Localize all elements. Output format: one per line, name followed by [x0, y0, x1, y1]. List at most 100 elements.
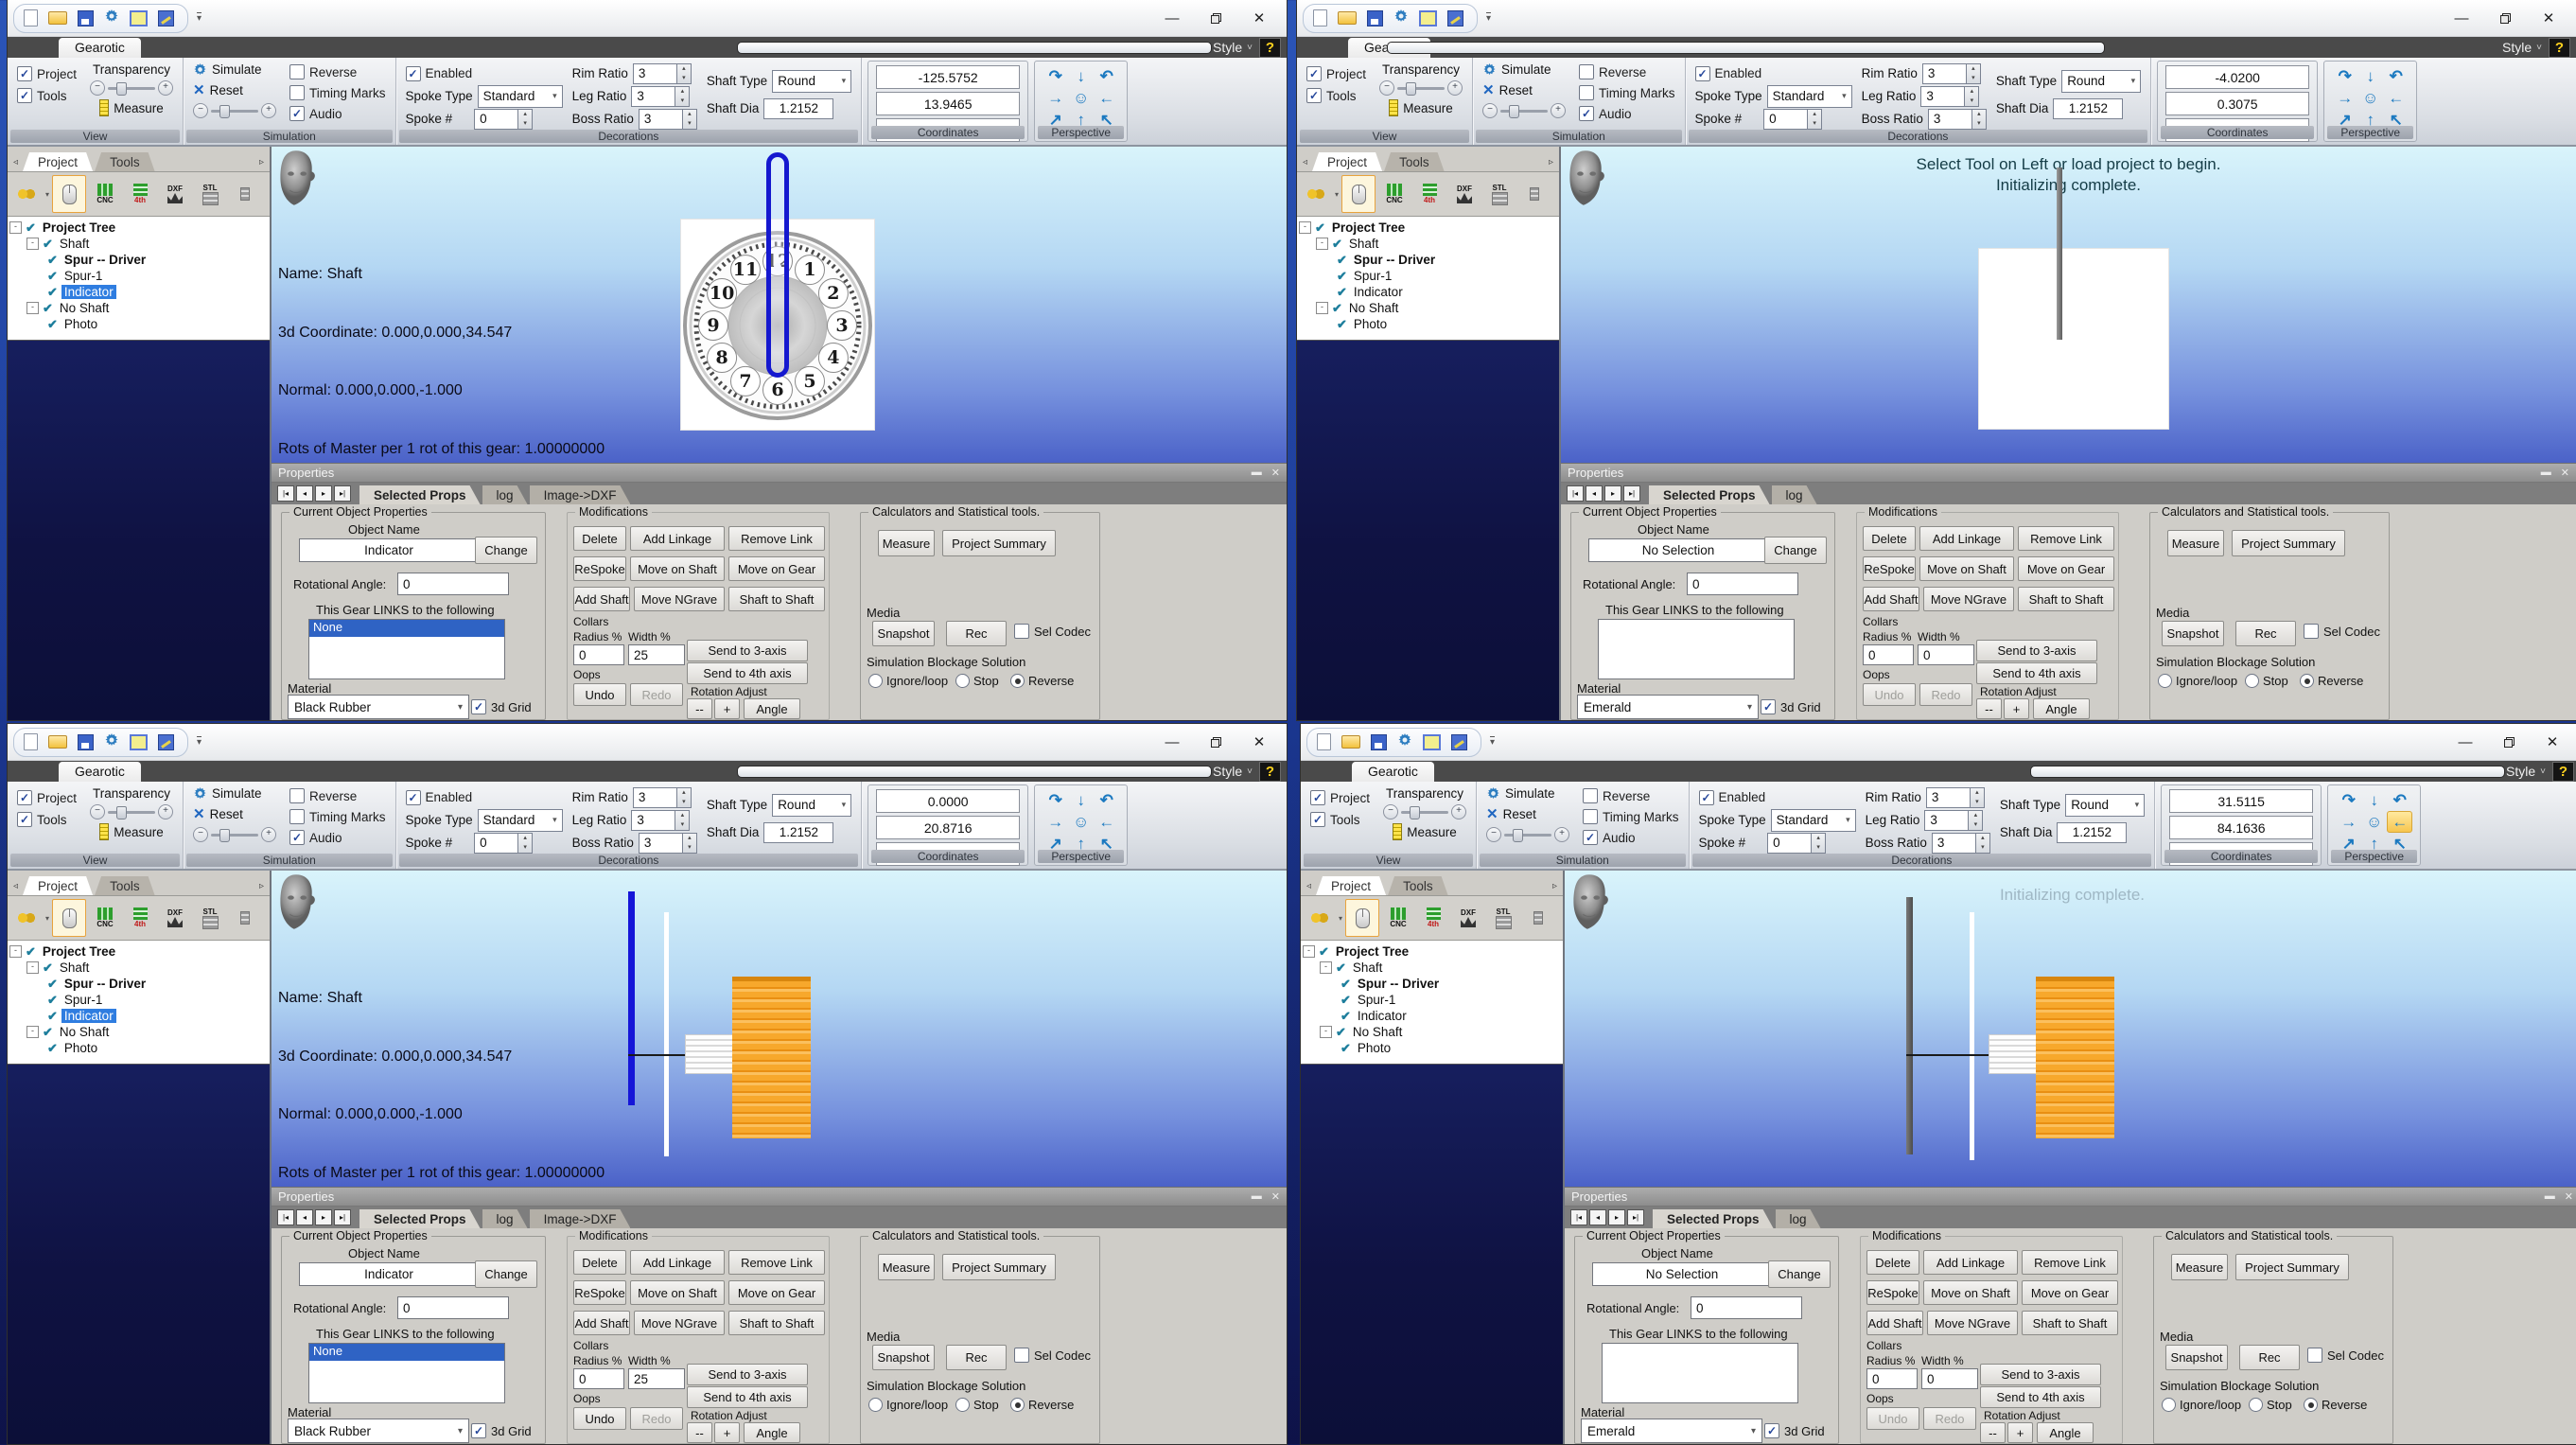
viewport-canvas[interactable]: Initializing complete. 12 1 — [1565, 871, 2576, 1187]
tree-expander[interactable]: - — [26, 302, 39, 314]
move-on-gear-button[interactable]: Move on Gear — [2022, 1280, 2118, 1305]
spinner-arrows[interactable]: ▴▾ — [1812, 833, 1826, 854]
sel-codec-checkbox[interactable]: Sel Codec — [1014, 1348, 1091, 1363]
tab-first-button[interactable]: |◂ — [1567, 485, 1584, 502]
undo-button[interactable]: Undo — [1866, 1407, 1919, 1430]
move-on-shaft-button[interactable]: Move on Shaft — [1919, 556, 2014, 581]
canvas-icon[interactable] — [1419, 10, 1437, 26]
tab-scroll-right-icon[interactable]: ▹ — [1550, 881, 1560, 895]
rotate-plus-button[interactable]: + — [714, 1422, 740, 1443]
slider-track[interactable] — [1500, 110, 1548, 113]
rotate-minus-button[interactable]: -- — [1980, 1422, 2006, 1443]
audio-checkbox[interactable]: Audio — [289, 830, 386, 845]
move-on-shaft-button[interactable]: Move on Shaft — [630, 556, 725, 581]
tab-scroll-left-icon[interactable]: ◃ — [1304, 881, 1314, 895]
tree-checkmark-icon[interactable]: ✔ — [1332, 237, 1342, 252]
object-name-field[interactable]: Indicator — [299, 538, 479, 562]
fourth-axis-icon[interactable]: 4th — [124, 176, 156, 212]
measure-button[interactable]: Measure — [1393, 823, 1457, 840]
link-list-item[interactable]: None — [309, 1344, 504, 1361]
speed-slider[interactable]: − + — [1486, 827, 1569, 842]
measure-button[interactable]: Measure — [2167, 530, 2224, 556]
rim-ratio-spinner[interactable]: 3▴▾ — [1926, 787, 1985, 808]
collar[interactable] — [685, 1034, 734, 1074]
shaft-type-select[interactable]: Round▾ — [772, 70, 851, 93]
tab-selected-props[interactable]: Selected Props — [359, 1209, 481, 1228]
tree-row-spur-driver[interactable]: ✔ Spur -- Driver — [1299, 252, 1557, 268]
measure-button[interactable]: Measure — [878, 530, 935, 556]
tab-log[interactable]: log — [482, 1209, 528, 1228]
export-save-icon[interactable] — [1451, 734, 1467, 750]
persp-left-icon[interactable]: ← — [1094, 811, 1119, 833]
shaft-dia-field[interactable]: 1.2152 — [2057, 822, 2127, 843]
minus-button[interactable]: − — [90, 80, 105, 96]
slider-thumb[interactable] — [219, 829, 230, 842]
measure-button[interactable]: Measure — [1389, 99, 1453, 116]
reset-button[interactable]: ✕Reset — [193, 805, 276, 822]
tree-checkmark-icon[interactable]: ✔ — [47, 253, 58, 268]
spoke-count-spinner[interactable]: 0▴▾ — [1763, 109, 1822, 130]
tree-checkmark-icon[interactable]: ✔ — [47, 977, 58, 992]
tree-expander[interactable]: - — [26, 1026, 39, 1038]
tab-selected-props[interactable]: Selected Props — [359, 485, 481, 504]
persp-curl-left-icon[interactable]: ↶ — [1094, 65, 1119, 87]
rec-button[interactable]: Rec — [946, 1345, 1007, 1370]
add-shaft-button[interactable]: Add Shaft — [1863, 587, 1919, 611]
pin-icon[interactable]: ▬ — [1252, 467, 1262, 479]
restore-button[interactable] — [2487, 728, 2531, 756]
send-to-3-axis-button[interactable]: Send to 3-axis — [1980, 1364, 2101, 1385]
project-summary-button[interactable]: Project Summary — [942, 530, 1056, 556]
tree-checkmark-icon[interactable]: ✔ — [47, 993, 58, 1008]
shaft-to-shaft-button[interactable]: Shaft to Shaft — [2022, 1311, 2118, 1335]
spinner-arrows[interactable]: ▴▾ — [683, 833, 697, 854]
tree-row-shaft[interactable]: - ✔ Shaft — [1303, 960, 1561, 976]
open-project-icon[interactable] — [48, 735, 67, 749]
close-panel-icon[interactable]: ✕ — [1271, 467, 1280, 479]
shaft-to-shaft-button[interactable]: Shaft to Shaft — [2018, 587, 2114, 611]
export-save-icon[interactable] — [158, 10, 174, 26]
collar[interactable] — [1989, 1034, 2038, 1074]
redo-button[interactable]: Redo — [1923, 1407, 1976, 1430]
minus-button[interactable]: − — [1486, 827, 1501, 842]
spoke-type-select[interactable]: Standard▾ — [1767, 85, 1852, 108]
undo-button[interactable]: Undo — [573, 683, 626, 706]
persp-down-icon[interactable]: ↓ — [2361, 789, 2387, 811]
move-ngrave-button[interactable]: Move NGrave — [1923, 587, 2014, 611]
pin-icon[interactable]: ▬ — [2545, 1190, 2555, 1203]
tab-scroll-right-icon[interactable]: ▹ — [256, 881, 267, 895]
slider-track[interactable] — [1504, 834, 1551, 837]
export-save-icon[interactable] — [158, 734, 174, 750]
tab-log[interactable]: log — [1772, 485, 1817, 504]
simulate-button[interactable]: Simulate — [193, 786, 276, 801]
speed-slider[interactable]: − + — [1482, 103, 1566, 118]
tab-last-button[interactable]: ▸| — [1623, 485, 1640, 502]
reverse-checkbox[interactable]: Reverse — [289, 788, 386, 803]
open-project-icon[interactable] — [1341, 735, 1360, 749]
tree-row-spur-1[interactable]: ✔ Spur-1 — [1303, 992, 1561, 1008]
tab-project[interactable]: Project — [23, 152, 93, 171]
persp-curl-left-icon[interactable]: ↶ — [2383, 65, 2409, 87]
simulate-button[interactable]: Simulate — [1486, 786, 1569, 801]
project-checkbox[interactable]: Project — [1310, 790, 1370, 805]
timing-marks-checkbox[interactable]: Timing Marks — [1583, 809, 1679, 824]
tab-scroll-right-icon[interactable]: ▹ — [256, 157, 267, 171]
settings-gear-icon[interactable] — [104, 9, 119, 28]
object-name-field[interactable]: No Selection — [1588, 538, 1768, 562]
clipped-icon[interactable] — [1518, 176, 1551, 212]
coordinate-x-field[interactable]: -4.0200 — [2165, 65, 2309, 89]
enabled-checkbox[interactable]: Enabled — [1699, 790, 1766, 805]
tree-expander[interactable]: - — [9, 221, 22, 234]
spinner-arrows[interactable]: ▴▾ — [683, 109, 697, 130]
stl-icon[interactable]: STL — [194, 176, 226, 212]
rim-ratio-spinner[interactable]: 3▴▾ — [633, 63, 692, 84]
simulate-button[interactable]: Simulate — [1482, 62, 1566, 77]
rim-ratio-spinner[interactable]: 3▴▾ — [1922, 63, 1981, 84]
canvas-icon[interactable] — [1423, 734, 1441, 750]
snapshot-button[interactable]: Snapshot — [2162, 621, 2224, 646]
close-button[interactable]: ✕ — [1237, 728, 1281, 756]
chevron-down-icon[interactable]: ▾ — [1339, 914, 1342, 923]
collar-radius-field[interactable]: 0 — [573, 1368, 624, 1389]
chevron-down-icon[interactable]: ▾ — [45, 914, 49, 923]
save-icon[interactable] — [1367, 10, 1383, 26]
shaft-type-select[interactable]: Round▾ — [2065, 794, 2145, 817]
